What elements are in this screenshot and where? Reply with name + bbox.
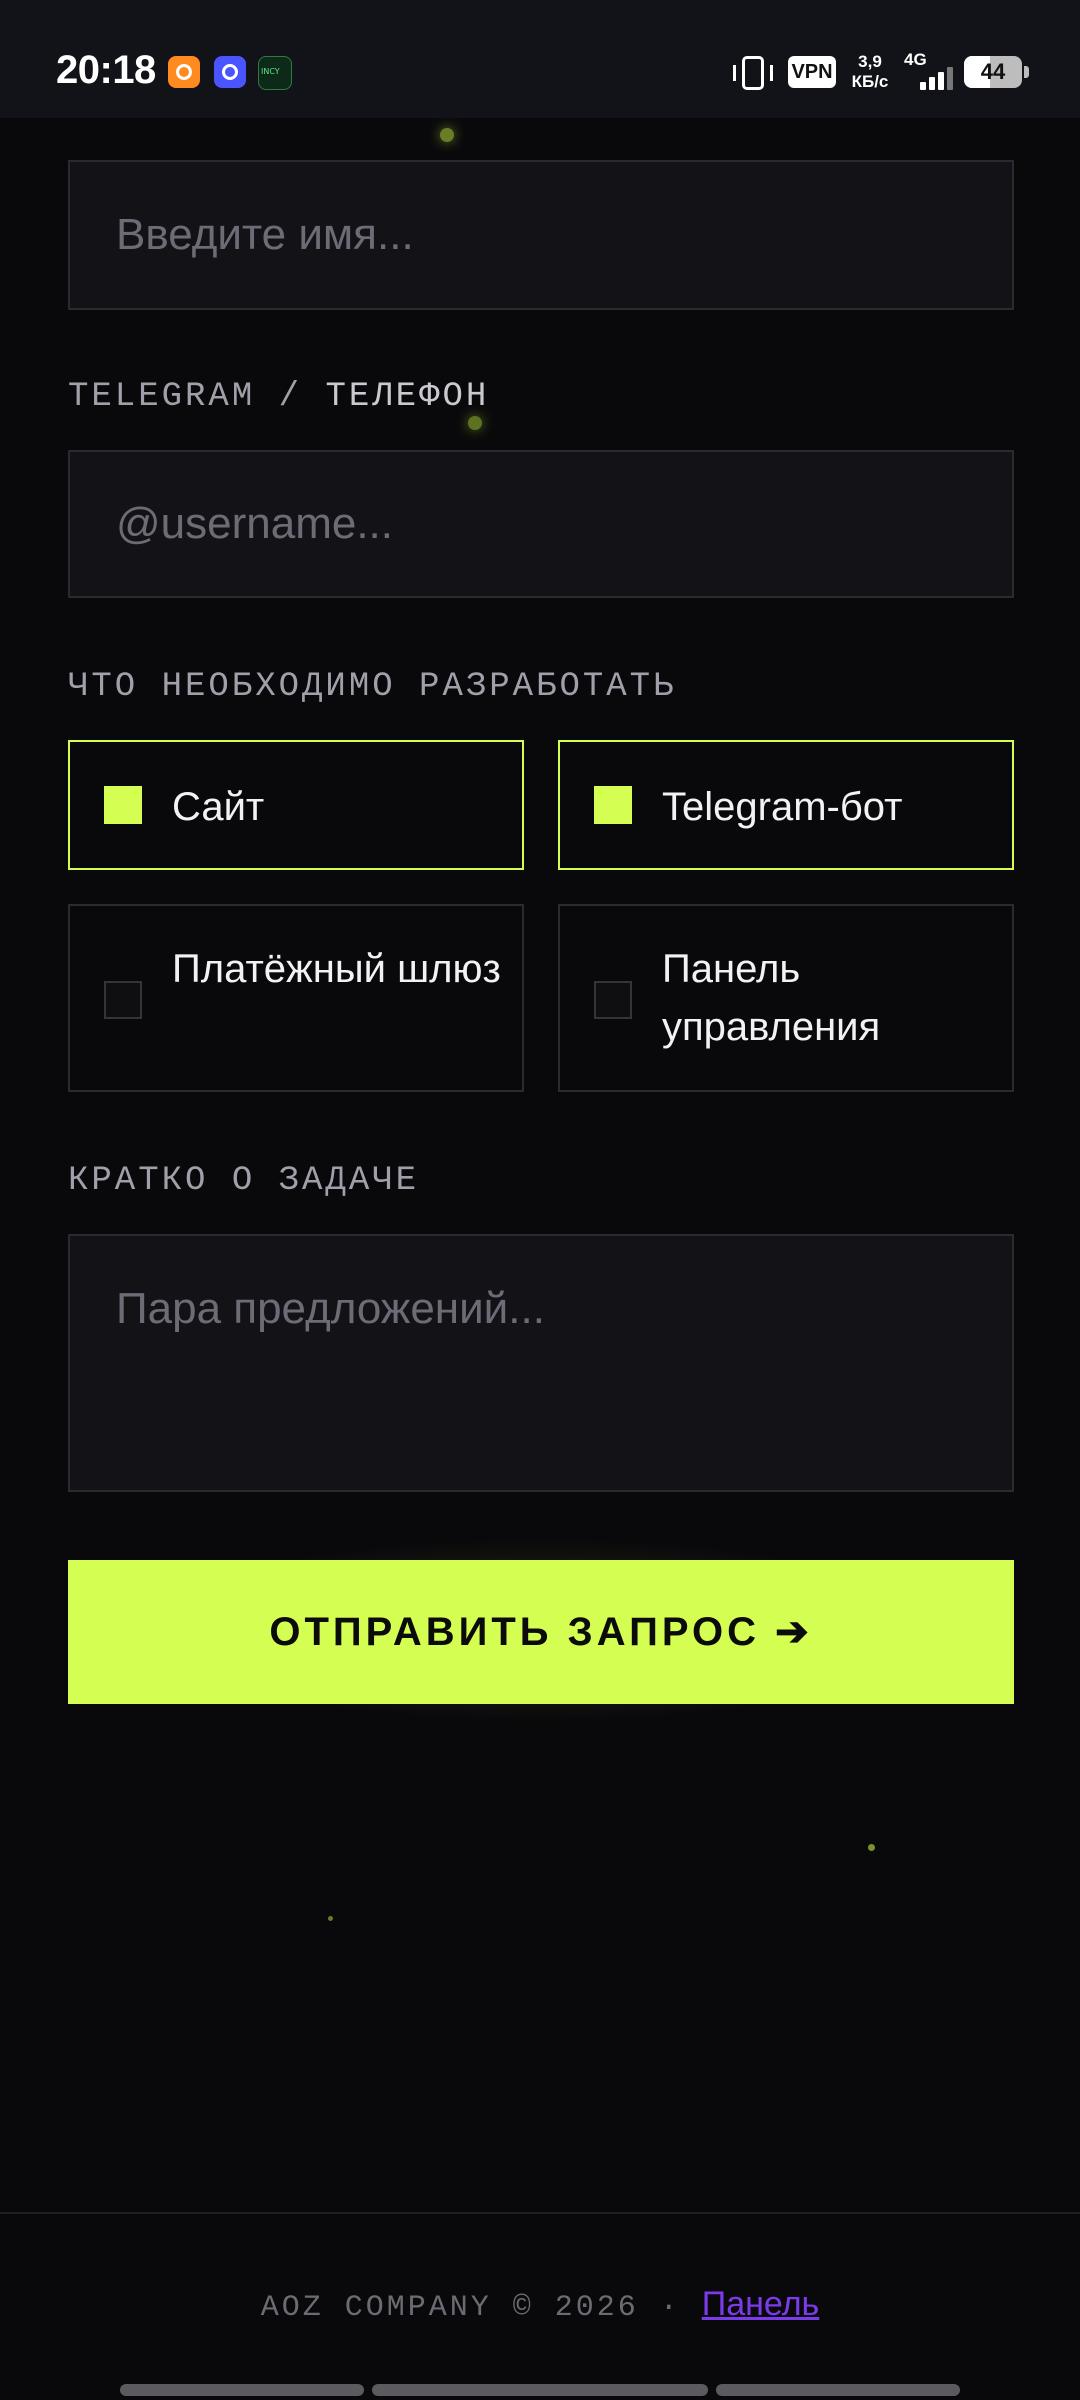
checkbox-checked-icon (104, 786, 142, 824)
network-speed-unit: КБ/с (851, 72, 889, 91)
footer: AOZ COMPANY © 2026 · Панель (0, 2285, 1080, 2325)
particle-dot (468, 416, 482, 430)
particle-dot (440, 128, 454, 142)
option-admin-panel[interactable]: Панель управления (558, 904, 1014, 1092)
particle-dot (868, 1844, 875, 1851)
option-label: Панель управления (662, 947, 881, 1049)
nav-bar-segment[interactable] (372, 2384, 708, 2396)
vpn-badge: VPN (788, 56, 836, 88)
footer-copyright: AOZ COMPANY © 2026 · (260, 2291, 681, 2325)
submit-button[interactable]: ОТПРАВИТЬ ЗАПРОС ➔ (68, 1560, 1014, 1704)
contact-label-phone: ТЕЛЕФОН (325, 378, 490, 416)
option-payment-gateway[interactable]: Платёжный шлюз (68, 904, 524, 1092)
footer-panel-link[interactable]: Панель (702, 2285, 819, 2323)
battery-icon: 44 (964, 56, 1022, 88)
checkbox-checked-icon (594, 786, 632, 824)
checkbox-unchecked-icon (594, 981, 632, 1019)
particle-dot (328, 1916, 333, 1921)
option-label: Сайт (172, 785, 265, 829)
option-label: Telegram-бот (662, 785, 903, 829)
battery-level: 44 (980, 59, 1006, 84)
footer-divider (0, 2212, 1080, 2214)
network-speed: 3,9 КБ/с (850, 52, 890, 92)
status-bar: 20:18 INCY VPN 3,9 КБ/с 4G 44 (0, 0, 1080, 118)
notification-app-icon: INCY (258, 56, 292, 90)
notification-app-icon (214, 56, 246, 88)
contact-input[interactable] (68, 450, 1014, 598)
notification-app-icon (168, 56, 200, 88)
signal-icon (920, 62, 960, 90)
option-telegram-bot[interactable]: Telegram-бот (558, 740, 1014, 870)
checkbox-unchecked-icon (104, 981, 142, 1019)
develop-label: ЧТО НЕОБХОДИМО РАЗРАБОТАТЬ (68, 668, 677, 706)
nav-bar-segment[interactable] (716, 2384, 960, 2396)
task-label: КРАТКО О ЗАДАЧЕ (68, 1162, 420, 1200)
vibrate-icon (733, 56, 773, 90)
contact-label-telegram: TELEGRAM / (68, 378, 303, 416)
battery-tip (1024, 66, 1029, 78)
network-speed-value: 3,9 (858, 52, 882, 71)
option-website[interactable]: Сайт (68, 740, 524, 870)
task-textarea[interactable] (68, 1234, 1014, 1492)
contact-label: TELEGRAM / ТЕЛЕФОН (68, 378, 489, 416)
status-time: 20:18 (56, 48, 156, 92)
nav-bar-segment[interactable] (120, 2384, 364, 2396)
option-label: Платёжный шлюз (172, 947, 501, 991)
name-input[interactable] (68, 160, 1014, 310)
